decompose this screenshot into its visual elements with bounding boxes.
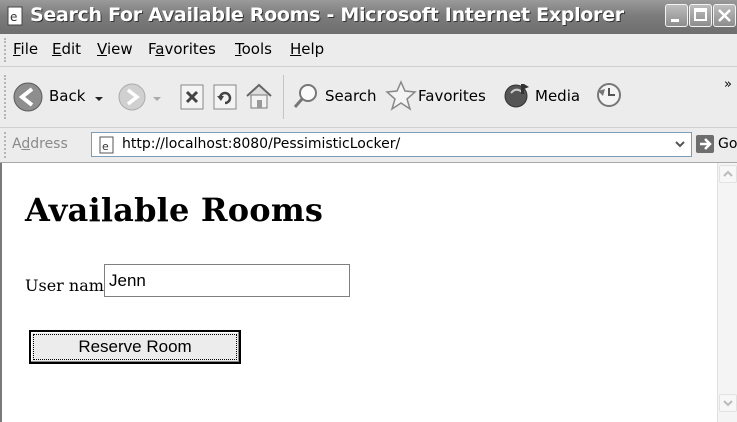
menu-favorites[interactable]: Favorites [148, 40, 216, 58]
browser-window: e Search For Available Rooms - Microsoft… [0, 0, 737, 422]
toolbar-overflow-chevron[interactable]: » [724, 77, 732, 92]
menu-help[interactable]: Help [290, 40, 324, 58]
back-dropdown[interactable] [94, 89, 104, 108]
search-button[interactable] [291, 81, 321, 115]
history-button[interactable] [594, 80, 624, 114]
home-icon [246, 83, 272, 109]
menu-view-accel: V [97, 40, 107, 58]
media-label[interactable]: Media [535, 87, 580, 105]
toolbar-separator [283, 75, 287, 119]
refresh-button[interactable] [211, 82, 239, 116]
search-label[interactable]: Search [325, 87, 377, 105]
menu-file-rest: ile [20, 40, 39, 58]
go-label[interactable]: Go [718, 136, 737, 152]
stop-icon [180, 84, 204, 110]
scroll-up-button[interactable] [719, 165, 737, 183]
address-dropdown[interactable] [669, 133, 691, 156]
menu-help-accel: H [290, 40, 302, 58]
star-icon [385, 80, 417, 111]
maximize-button[interactable] [689, 4, 712, 27]
search-icon [293, 84, 317, 108]
menu-grip[interactable] [4, 38, 9, 62]
forward-button[interactable] [117, 82, 147, 116]
address-url[interactable]: http://localhost:8080/PessimisticLocker/ [122, 136, 400, 152]
media-button[interactable] [502, 80, 532, 114]
window-title: Search For Available Rooms - Microsoft I… [30, 4, 624, 26]
chevron-up-icon [723, 170, 733, 177]
standard-toolbar: Back Search Favorites Media » [0, 67, 737, 128]
forward-arrow-icon [118, 83, 146, 111]
menu-tools-accel: T [235, 40, 242, 58]
ie-page-icon: e [6, 6, 26, 26]
minimize-icon [671, 19, 679, 22]
menu-file-accel: F [13, 40, 21, 58]
user-name-input[interactable] [104, 264, 350, 297]
back-label[interactable]: Back [49, 87, 85, 105]
address-label: Address [12, 136, 68, 152]
address-label-rest: dress [30, 136, 68, 152]
back-button[interactable] [12, 81, 44, 117]
close-button[interactable] [713, 4, 736, 27]
forward-dropdown[interactable] [152, 89, 162, 108]
back-arrow-icon [13, 82, 43, 112]
chevron-down-icon [153, 97, 161, 101]
maximize-icon [694, 8, 707, 21]
menu-edit-rest: dit [61, 40, 82, 58]
page-icon: e [98, 136, 116, 158]
vertical-scrollbar[interactable] [717, 163, 737, 422]
minimize-button[interactable] [665, 4, 688, 27]
stop-button[interactable] [178, 82, 206, 116]
address-field[interactable]: e http://localhost:8080/PessimisticLocke… [91, 132, 692, 157]
chevron-down-icon [95, 97, 103, 101]
menu-tools[interactable]: Tools [235, 40, 272, 58]
page-content: Available Rooms User name: Reserve Room [0, 163, 717, 422]
address-label-accel: d [21, 136, 31, 152]
svg-text:e: e [102, 140, 109, 153]
favorites-button[interactable] [385, 79, 417, 115]
menu-favorites-rest: vorites [164, 40, 216, 58]
toolbar-grip[interactable] [4, 75, 9, 119]
menu-view[interactable]: View [97, 40, 133, 58]
menu-bar: File Edit View Favorites Tools Help [0, 34, 737, 100]
chevron-down-icon [675, 141, 685, 148]
address-label-pre: A [12, 136, 22, 152]
favorites-label[interactable]: Favorites [418, 87, 486, 105]
refresh-icon [213, 84, 237, 110]
menu-file[interactable]: File [13, 40, 38, 58]
menu-tools-rest: ools [241, 40, 272, 58]
menu-edit[interactable]: Edit [52, 40, 81, 58]
svg-text:e: e [10, 10, 17, 24]
scroll-down-button[interactable] [719, 394, 737, 412]
go-arrow-icon [696, 135, 714, 153]
close-icon [718, 9, 731, 22]
address-grip[interactable] [4, 132, 9, 158]
reserve-room-button[interactable]: Reserve Room [29, 330, 241, 364]
chevron-down-icon [723, 400, 733, 407]
media-icon [504, 84, 529, 108]
home-button[interactable] [243, 80, 275, 116]
title-bar[interactable]: e Search For Available Rooms - Microsoft… [0, 0, 737, 34]
go-button[interactable] [695, 134, 715, 158]
address-bar: Address e http://localhost:8080/Pessimis… [0, 128, 737, 163]
menu-help-rest: elp [301, 40, 325, 58]
menu-view-rest: iew [106, 40, 133, 58]
page-title: Available Rooms [25, 191, 324, 229]
history-icon [597, 83, 621, 107]
